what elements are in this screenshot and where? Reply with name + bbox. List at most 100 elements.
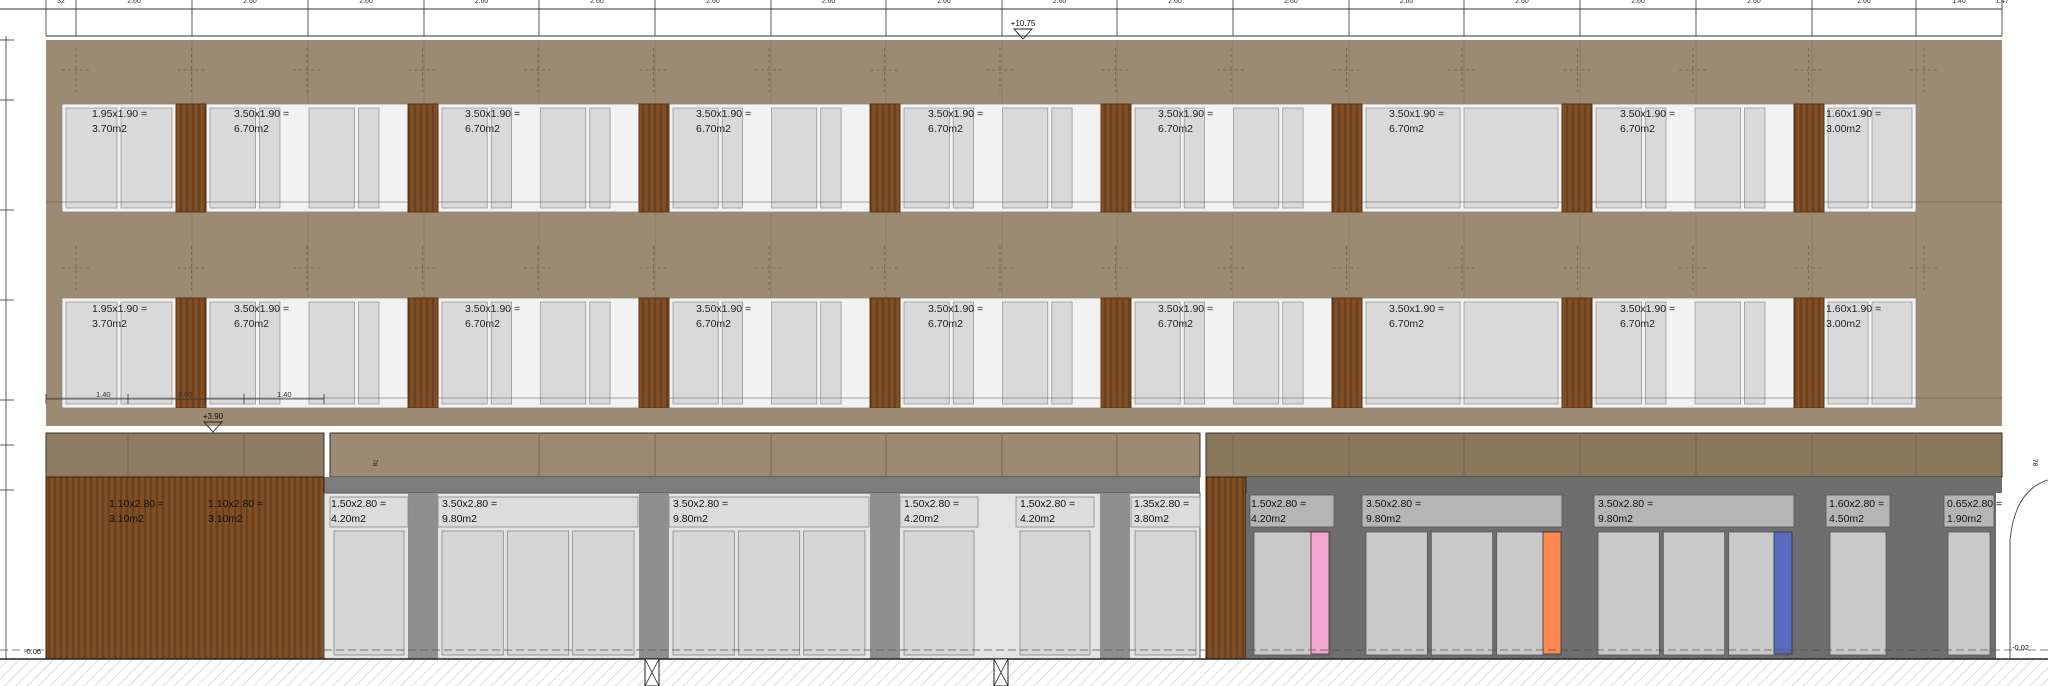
dimension-label: 2.60 — [822, 0, 836, 5]
shop-glass-pane — [1597, 531, 1660, 656]
shop-glass-pane — [803, 530, 866, 656]
dimension-label: 2.60 — [475, 0, 489, 5]
window-area-label: 1.60x1.90 = — [1826, 303, 1881, 315]
timber-cladding-pier — [175, 103, 207, 213]
opening-area-label: 3.50x2.80 = — [442, 498, 497, 510]
opening-area-label: 3.10m2 — [208, 513, 243, 525]
window-area-label: 6.70m2 — [1158, 123, 1193, 135]
window-area-label: 3.50x1.90 = — [1620, 108, 1675, 120]
window-area-label: 6.70m2 — [465, 318, 500, 330]
shop-glass-pane — [1829, 531, 1887, 656]
shopfront-pier — [639, 493, 669, 659]
dimension-label: 2.60 — [1053, 0, 1067, 5]
dimension-label: 2.60 — [590, 0, 604, 5]
shop-glass-pane — [672, 530, 735, 656]
window-area-label: 6.70m2 — [1389, 123, 1424, 135]
accent-door-pink — [1310, 531, 1330, 655]
shopfront-pier — [408, 493, 438, 659]
window-pane — [1871, 107, 1913, 209]
timber-cladding-pier — [407, 103, 439, 213]
dimension-label: 1.40 — [96, 390, 111, 399]
timber-cladding-pier — [1561, 297, 1593, 409]
dimension-label: 2.60 — [937, 0, 951, 5]
window-pane — [540, 107, 587, 209]
window-pane — [1233, 107, 1280, 209]
window-area-label: 3.00m2 — [1826, 318, 1861, 330]
shop-glass-pane — [737, 530, 801, 656]
window-area-label: 3.50x1.90 = — [696, 303, 751, 315]
dimension-label: 2.60 — [1857, 0, 1871, 5]
level-ground-left: -0.06 — [24, 647, 41, 656]
shop-glass-pane — [441, 530, 504, 656]
window-pane — [1744, 107, 1766, 209]
shop-glass-pane — [333, 530, 405, 656]
window-pane — [1002, 301, 1049, 405]
opening-area-label: 1.50x2.80 = — [1251, 498, 1306, 510]
window-pane — [1463, 107, 1559, 209]
timber-cladding-pier — [1100, 103, 1132, 213]
window-pane — [1233, 301, 1280, 405]
window-pane — [771, 107, 818, 209]
opening-area-label: 4.20m2 — [1251, 513, 1286, 525]
window-pane — [1051, 301, 1073, 405]
window-area-label: 3.50x1.90 = — [1620, 303, 1675, 315]
timber-cladding-pier — [638, 297, 670, 409]
shop-glass-pane — [903, 530, 975, 656]
canopy-height-dim: 78 — [371, 459, 378, 467]
timber-cladding-pier — [869, 297, 901, 409]
dimension-label: 1.40 — [1952, 0, 1966, 5]
window-pane — [308, 301, 355, 405]
opening-area-label: 3.50x2.80 = — [1598, 498, 1653, 510]
opening-area-label: 1.10x2.80 = — [208, 498, 263, 510]
window-pane — [358, 107, 380, 209]
accent-door-blue — [1773, 531, 1793, 655]
dimension-label: 2.60 — [706, 0, 720, 5]
window-area-label: 3.00m2 — [1826, 123, 1861, 135]
shop-glass-pane — [1134, 530, 1197, 656]
window-area-label: 6.70m2 — [465, 123, 500, 135]
dimension-label: 2.60 — [1747, 0, 1761, 5]
level-roof-triangle — [1012, 28, 1034, 40]
window-area-label: 3.50x1.90 = — [696, 108, 751, 120]
window-area-label: 6.70m2 — [1158, 318, 1193, 330]
dimension-label: 2.60 — [1168, 0, 1182, 5]
opening-area-label: 1.90m2 — [1947, 513, 1982, 525]
opening-area-label: 4.50m2 — [1829, 513, 1864, 525]
timber-cladding-pier — [638, 103, 670, 213]
dimension-label: 2.60 — [1284, 0, 1298, 5]
window-area-label: 6.70m2 — [234, 318, 269, 330]
opening-area-label: 4.20m2 — [1020, 513, 1055, 525]
opening-area-label: 4.20m2 — [904, 513, 939, 525]
window-area-label: 6.70m2 — [928, 318, 963, 330]
opening-area-label: 0.65x2.80 = — [1947, 498, 2002, 510]
window-pane — [1282, 107, 1304, 209]
window-area-label: 3.70m2 — [92, 318, 127, 330]
timber-cladding-pier — [1331, 103, 1363, 213]
window-pane — [120, 107, 173, 209]
opening-area-label: 3.50x2.80 = — [673, 498, 728, 510]
timber-cladding-pier — [1561, 103, 1593, 213]
shop-glass-pane — [572, 530, 635, 656]
window-pane — [589, 301, 611, 405]
opening-area-label: 3.80m2 — [1134, 513, 1169, 525]
opening-area-label: 1.10x2.80 = — [109, 498, 164, 510]
shop-glass-pane — [1019, 530, 1091, 656]
timber-clad-pier — [1205, 476, 1247, 660]
dimension-label: 2.60 — [1515, 0, 1529, 5]
window-area-label: 3.50x1.90 = — [928, 303, 983, 315]
window-area-label: 3.50x1.90 = — [465, 303, 520, 315]
shop-glass-pane — [506, 530, 570, 656]
window-pane — [589, 107, 611, 209]
opening-area-label: 1.60x2.80 = — [1829, 498, 1884, 510]
timber-cladding-pier — [407, 297, 439, 409]
site-edge-curve — [2009, 479, 2048, 660]
opening-area-label: 1.50x2.80 = — [1020, 498, 1075, 510]
window-pane — [1694, 107, 1741, 209]
window-area-label: 3.50x1.90 = — [928, 108, 983, 120]
opening-area-label: 9.80m2 — [442, 513, 477, 525]
window-area-label: 3.50x1.90 = — [234, 108, 289, 120]
window-pane — [540, 301, 587, 405]
timber-cladding-pier — [1331, 297, 1363, 409]
window-pane — [308, 107, 355, 209]
level-roof: +10.75 — [1011, 19, 1036, 28]
